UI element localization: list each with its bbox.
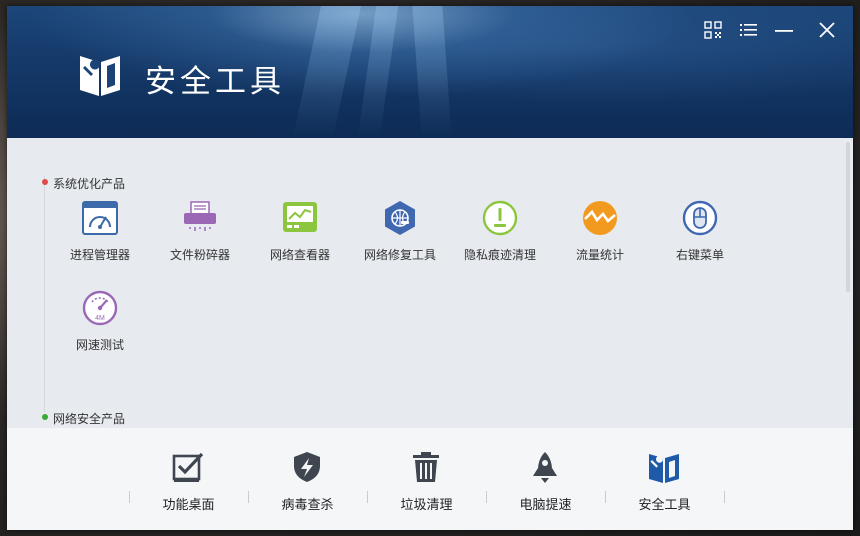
header-banner: 安全工具 — [7, 6, 853, 138]
tab-label: 功能桌面 — [162, 498, 215, 513]
app-title: 安全工具 — [145, 64, 285, 100]
menu-icon[interactable] — [738, 20, 758, 40]
process-manager-icon — [82, 201, 118, 235]
tab-label: 安全工具 — [638, 498, 691, 513]
network-repair-icon — [385, 201, 415, 235]
tool-network-repair[interactable]: 网络修复工具 — [350, 200, 450, 280]
tool-label: 文件粉碎器 — [169, 248, 230, 262]
close-icon[interactable] — [817, 20, 837, 40]
tool-label: 右键菜单 — [675, 248, 724, 262]
light-ray — [292, 6, 362, 138]
section-title: 网络安全产品 — [53, 412, 126, 426]
app-logo-icon — [80, 56, 120, 96]
tool-network-monitor[interactable]: 网络查看器 — [250, 200, 350, 280]
divider — [724, 491, 725, 503]
section-dot — [42, 414, 48, 420]
tool-speed-test[interactable]: 4M 网速测试 — [50, 290, 150, 370]
light-ray — [357, 6, 399, 138]
checkbox-icon — [172, 452, 204, 482]
tool-label: 进程管理器 — [69, 248, 130, 262]
traffic-stats-icon — [583, 201, 617, 235]
tab-function-desktop[interactable]: 功能桌面 — [129, 428, 248, 530]
section-dot — [42, 179, 48, 185]
qr-code-icon[interactable] — [703, 20, 723, 40]
timeline-line — [44, 176, 45, 412]
file-shredder-icon — [184, 201, 216, 231]
tool-label: 流量统计 — [575, 248, 624, 262]
tab-label: 垃圾清理 — [400, 498, 453, 513]
tool-label: 隐私痕迹清理 — [463, 248, 536, 262]
tool-context-menu[interactable]: 右键菜单 — [650, 200, 750, 280]
bottom-nav: 功能桌面 病毒查杀 垃圾清理 电脑提速 安全工具 — [7, 428, 853, 530]
shield-bolt-icon — [294, 452, 320, 482]
network-monitor-icon — [283, 202, 317, 232]
rocket-icon — [533, 452, 557, 483]
light-ray — [412, 6, 452, 138]
security-tool-icon — [649, 454, 679, 483]
minimize-icon[interactable] — [774, 20, 794, 40]
tool-privacy-clean[interactable]: 隐私痕迹清理 — [450, 200, 550, 280]
section-title: 系统优化产品 — [53, 177, 126, 191]
tool-process-manager[interactable]: 进程管理器 — [50, 200, 150, 280]
tab-junk-clean[interactable]: 垃圾清理 — [367, 428, 486, 530]
tab-label: 病毒查杀 — [281, 498, 334, 513]
app-window: 安全工具 系统优化产品 进程管理器 文件粉碎器 网络查看器 网络修复工具 隐私痕… — [7, 6, 853, 530]
speed-test-icon: 4M — [82, 290, 118, 326]
tab-security-tools[interactable]: 安全工具 — [605, 428, 724, 530]
tools-panel: 系统优化产品 进程管理器 文件粉碎器 网络查看器 网络修复工具 隐私痕迹清理 流… — [7, 138, 853, 428]
tool-label: 网速测试 — [75, 338, 124, 352]
tool-file-shredder[interactable]: 文件粉碎器 — [150, 200, 250, 280]
privacy-clean-icon — [482, 200, 518, 236]
tool-label: 网络查看器 — [269, 248, 330, 262]
scrollbar[interactable] — [846, 142, 850, 292]
tab-virus-scan[interactable]: 病毒查杀 — [248, 428, 367, 530]
tab-label: 电脑提速 — [519, 498, 572, 513]
mouse-icon — [682, 200, 718, 236]
trash-icon — [413, 452, 439, 482]
tab-speed-up[interactable]: 电脑提速 — [486, 428, 605, 530]
tool-label: 网络修复工具 — [363, 248, 436, 262]
tool-traffic-stats[interactable]: 流量统计 — [550, 200, 650, 280]
svg-text:4M: 4M — [95, 315, 105, 322]
